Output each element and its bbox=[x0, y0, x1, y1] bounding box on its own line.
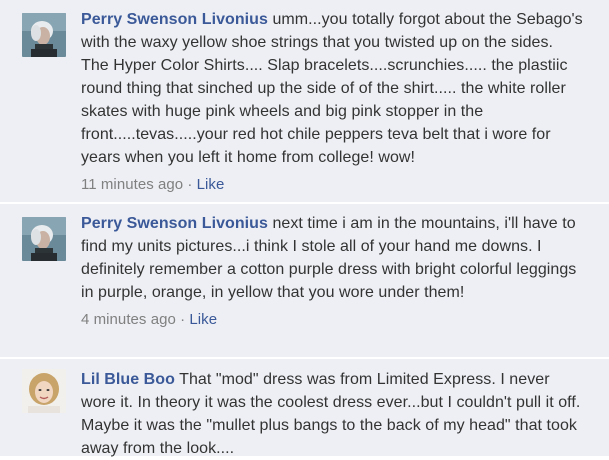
comment-body: Perry Swenson Livonius next time i am in… bbox=[81, 212, 583, 331]
meta-separator: · bbox=[180, 311, 186, 328]
comment-item: Perry Swenson Livonius next time i am in… bbox=[0, 204, 609, 357]
avatar[interactable] bbox=[22, 13, 66, 57]
comment-timestamp[interactable]: 11 minutes ago bbox=[81, 176, 183, 193]
meta-separator: · bbox=[187, 176, 193, 193]
profile-photo-icon bbox=[22, 13, 66, 57]
avatar[interactable] bbox=[22, 217, 66, 261]
comment-author-link[interactable]: Perry Swenson Livonius bbox=[81, 215, 268, 232]
comment-meta: 11 minutes ago · Like bbox=[81, 173, 583, 196]
comment-text: umm...you totally forgot about the Sebag… bbox=[81, 11, 583, 166]
comment-item: Lil Blue Boo That "mod" dress was from L… bbox=[0, 359, 609, 457]
comment-author-link[interactable]: Perry Swenson Livonius bbox=[81, 11, 268, 28]
avatar[interactable] bbox=[22, 369, 66, 413]
comment-body: Perry Swenson Livonius umm...you totally… bbox=[81, 8, 583, 196]
comment-author-link[interactable]: Lil Blue Boo bbox=[81, 371, 175, 388]
like-link[interactable]: Like bbox=[197, 176, 225, 193]
profile-photo-icon bbox=[22, 217, 66, 261]
comments-list: Perry Swenson Livonius umm...you totally… bbox=[0, 0, 609, 457]
comment-item: Perry Swenson Livonius umm...you totally… bbox=[0, 0, 609, 202]
profile-photo-icon bbox=[22, 369, 66, 413]
comment-meta: 4 minutes ago · Like bbox=[81, 308, 583, 331]
comment-body: Lil Blue Boo That "mod" dress was from L… bbox=[81, 368, 583, 460]
comment-timestamp[interactable]: 4 minutes ago bbox=[81, 311, 176, 328]
like-link[interactable]: Like bbox=[189, 311, 217, 328]
